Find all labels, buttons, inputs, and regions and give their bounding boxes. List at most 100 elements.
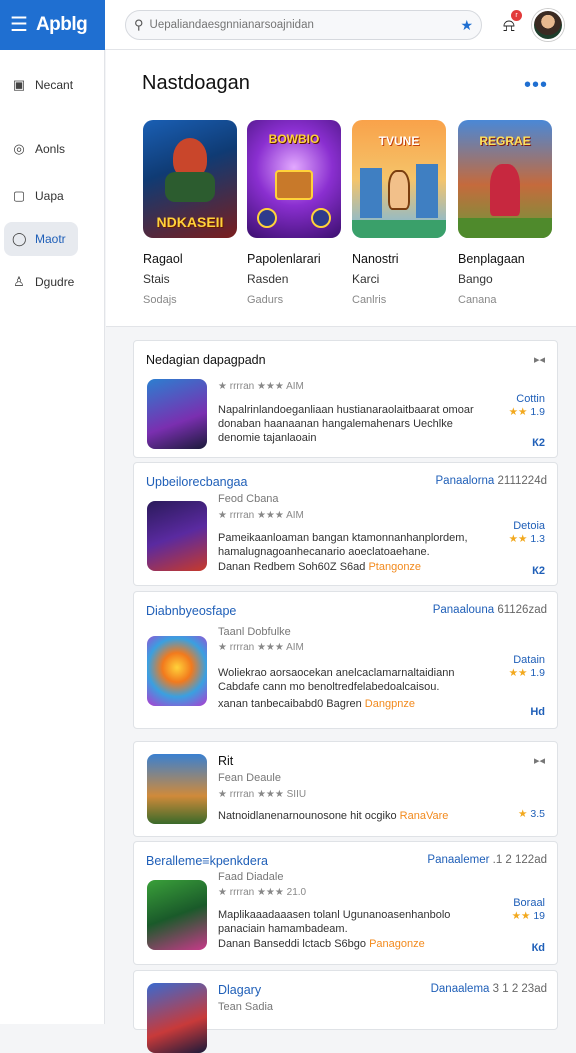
- card-thumbnail: [147, 636, 207, 706]
- sidebar-item-necant[interactable]: ▣ Necant: [4, 68, 78, 102]
- game-art-title: NDKASEII: [156, 214, 224, 230]
- card-rating: ★ rrrran ★★★ AIM: [218, 381, 304, 392]
- list-card[interactable]: Rit ▸◂ Fean Deaule ★ rrrran ★★★ SIIU Nat…: [133, 741, 558, 837]
- card-title: Nedagian dapagpadn: [146, 353, 266, 367]
- card-title: Upbeilorecbangaa: [146, 475, 248, 489]
- game-art: TVUNE: [352, 120, 446, 238]
- game-art-title: BOWBIO: [268, 132, 320, 146]
- section-title: Nastdoagan: [142, 72, 250, 94]
- card-thumbnail: [147, 880, 207, 950]
- game-meta: Sodajs: [143, 294, 177, 306]
- game-art: BOWBIO: [247, 120, 341, 238]
- page-icon: ▢: [12, 188, 26, 203]
- game-meta: Canlris: [352, 294, 387, 306]
- card-description: Pameikaanloaman bangan ktamonnanhanplord…: [218, 532, 468, 558]
- list-card[interactable]: Upbeilorecbangaa Panaalorna 2111224d Feo…: [133, 462, 558, 586]
- game-meta: Canana: [458, 294, 497, 306]
- more-options-icon[interactable]: •••: [524, 74, 548, 97]
- game-subtitle: Stais: [143, 272, 170, 286]
- list-card[interactable]: Dlagary Danaalema 3 1 2 23ad Tean Sadia: [133, 970, 558, 1053]
- card-subtitle: Feod Cbana: [218, 493, 279, 505]
- hamburger-menu-icon[interactable]: ☰: [10, 15, 28, 35]
- card-description: Napalrinlandoeganliaan hustianaraolaitba…: [218, 404, 474, 444]
- top-bar: ☰ Apblg ⚲ ★ ⍾ r: [0, 0, 576, 50]
- game-title: Ragaol: [143, 252, 183, 266]
- card-status-label: Cottin: [516, 393, 545, 405]
- search-icon: ⚲: [134, 17, 144, 32]
- card-subtitle: Taanl Dobfulke: [218, 626, 291, 638]
- sidebar-item-maotr[interactable]: ◯ Maotr: [4, 222, 78, 256]
- sidebar-item-dgudre[interactable]: ♙ Dgudre: [4, 265, 78, 299]
- notification-badge: r: [511, 10, 522, 21]
- card-action-button[interactable]: К2: [532, 565, 545, 577]
- collapse-icon[interactable]: ▸◂: [534, 754, 545, 767]
- card-rating: ★ rrrran ★★★ SIIU: [218, 789, 307, 800]
- game-subtitle: Bango: [458, 272, 493, 286]
- notifications-button[interactable]: ⍾ r: [496, 10, 522, 40]
- card-publisher: Panaalouna 61126zad: [432, 604, 547, 616]
- game-subtitle: Rasden: [247, 272, 289, 286]
- favorite-star-icon[interactable]: ★: [460, 17, 473, 34]
- card-title: Beralleme≡kpenkdera: [146, 854, 268, 868]
- collapse-icon[interactable]: ▸◂: [534, 353, 545, 366]
- brand-header[interactable]: ☰ Apblg: [0, 0, 105, 50]
- card-meta: xanan tanbecaibabd0 Bagren Dangpnze: [218, 698, 415, 710]
- sidebar-item-label: Aonls: [35, 142, 66, 156]
- card-action-button[interactable]: Кd: [532, 942, 545, 954]
- card-subtitle: Tean Sadia: [218, 1001, 274, 1013]
- card-title: Dlagary: [218, 983, 262, 997]
- card-side-rating: ★ 3.5: [518, 808, 545, 820]
- search-input[interactable]: [149, 19, 455, 31]
- card-status-label: Datain: [513, 654, 545, 666]
- card-description: Maplikaaadaaasen tolanl Ugunanoasenhanbo…: [218, 909, 451, 935]
- card-rating: ★ rrrran ★★★ AIM: [218, 642, 304, 653]
- game-art-title: REGRAE: [479, 134, 531, 148]
- sidebar-item-uapa[interactable]: ▢ Uapa: [4, 179, 78, 213]
- card-side-rating: ★★ 1.9: [508, 406, 545, 418]
- list-card[interactable]: Diabnbyeosfape Panaalouna 61126zad Taanl…: [133, 591, 558, 729]
- game-title: Benplagaan: [458, 252, 525, 266]
- card-publisher: Danaalema 3 1 2 23ad: [430, 983, 547, 995]
- card-action-button[interactable]: К2: [532, 437, 545, 449]
- card-status-label: Detoia: [513, 520, 545, 532]
- featured-game-card[interactable]: NDKASEII Ragaol Stais Sodajs: [143, 120, 237, 306]
- featured-game-card[interactable]: TVUNE Nanostri Karci Canlris: [352, 120, 446, 306]
- card-rating: ★ rrrran ★★★ 21.0: [218, 887, 307, 898]
- sidebar-item-aonls[interactable]: ◎ Aonls: [4, 132, 78, 166]
- circle-icon: ◯: [12, 231, 27, 246]
- game-art: NDKASEII: [143, 120, 237, 238]
- game-art-title: TVUNE: [378, 134, 420, 148]
- card-thumbnail: [147, 983, 207, 1053]
- card-meta: Danan Banseddi lctacb S6bgo Panagonze: [218, 938, 425, 950]
- card-side-rating: ★★ 1.3: [508, 533, 545, 545]
- compass-icon: ◎: [13, 141, 25, 156]
- search-bar[interactable]: ⚲ ★: [125, 10, 482, 40]
- featured-game-card[interactable]: BOWBIO Papolenlarari Rasden Gadurs: [247, 120, 341, 306]
- card-description: Woliekrao aorsaocekan anelcaclamarnaltai…: [218, 667, 455, 693]
- game-title: Papolenlarari: [247, 252, 321, 266]
- card-action-button[interactable]: Нd: [530, 706, 545, 718]
- card-title: Rit: [218, 754, 234, 768]
- card-thumbnail: [147, 379, 207, 449]
- card-subtitle: Faad Diadale: [218, 871, 284, 883]
- featured-game-card[interactable]: REGRAE Benplagaan Bango Canana: [458, 120, 552, 306]
- card-rating: ★ rrrran ★★★ AIM: [218, 510, 304, 521]
- sidebar-item-label: Uapa: [35, 189, 64, 203]
- game-title: Nanostri: [352, 252, 399, 266]
- inbox-icon: ▣: [12, 77, 26, 92]
- card-publisher: Panaalemer .1 2 122ad: [427, 854, 547, 866]
- app-name: Apblg: [35, 14, 88, 35]
- game-art: REGRAE: [458, 120, 552, 238]
- card-title: Diabnbyeosfape: [146, 604, 237, 618]
- sidebar: ▣ Necant ◎ Aonls ▢ Uapa ◯ Maotr ♙ Dgudre: [0, 50, 105, 1024]
- user-avatar[interactable]: [532, 9, 564, 41]
- list-card[interactable]: Nedagian dapagpadn ▸◂ ★ rrrran ★★★ AIM N…: [133, 340, 558, 458]
- featured-section: Nastdoagan ••• NDKASEII Ragaol Stais Sod…: [106, 50, 576, 327]
- sidebar-item-label: Dgudre: [35, 275, 75, 289]
- game-subtitle: Karci: [352, 272, 380, 286]
- card-meta: Danan Redbem Soh60Z S6ad Ptangonze: [218, 561, 422, 573]
- game-meta: Gadurs: [247, 294, 284, 306]
- sidebar-item-label: Necant: [35, 78, 74, 92]
- card-side-rating: ★★ 1.9: [508, 667, 545, 679]
- list-card[interactable]: Beralleme≡kpenkdera Panaalemer .1 2 122a…: [133, 841, 558, 965]
